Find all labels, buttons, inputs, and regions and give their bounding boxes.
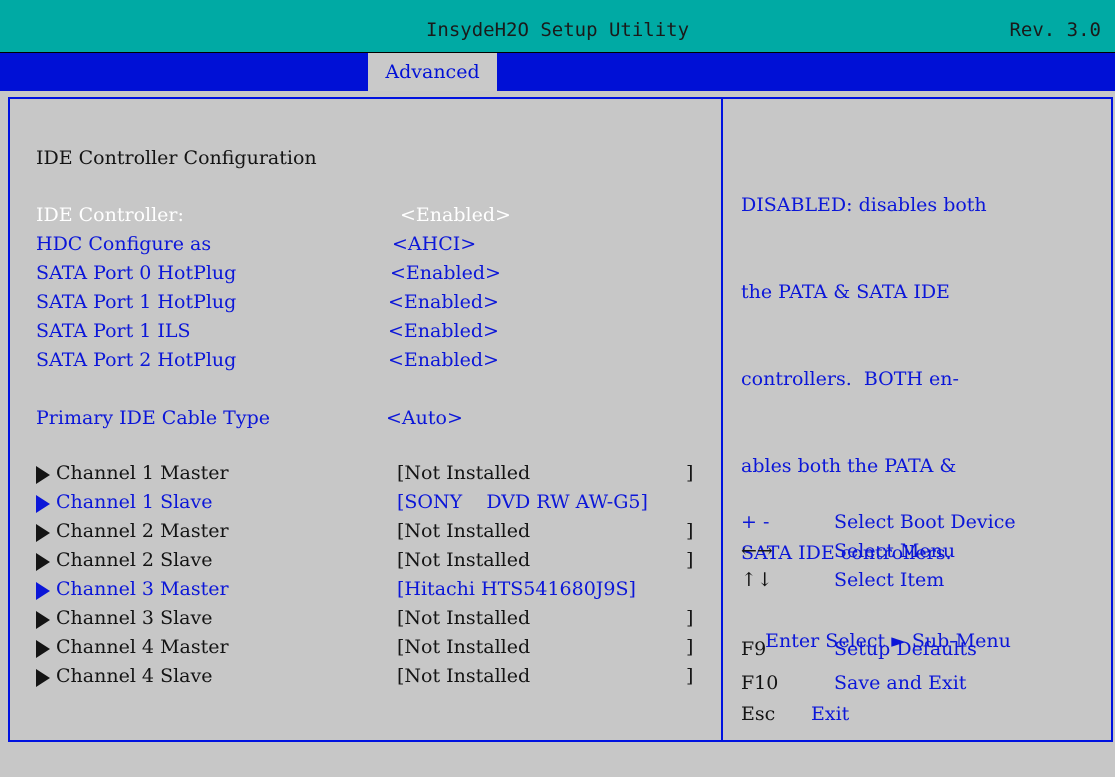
help-line: DISABLED: disables both <box>741 194 987 216</box>
submenu-arrow-icon <box>36 669 50 687</box>
key-esc: Esc <box>741 703 776 725</box>
channel-label-2-master[interactable]: Channel 2 Master <box>56 520 229 542</box>
channel-label-1-master[interactable]: Channel 1 Master <box>56 462 229 484</box>
channel-label-4-master[interactable]: Channel 4 Master <box>56 636 229 658</box>
submenu-arrow-icon <box>36 466 50 484</box>
channel-value-2-master: [Not Installed <box>397 520 531 542</box>
key-desc-select-item: Select Item <box>834 569 945 591</box>
channel-label-2-slave[interactable]: Channel 2 Slave <box>56 549 212 571</box>
submenu-arrow-icon <box>36 640 50 658</box>
setting-value-hdc-configure[interactable]: <AHCI> <box>392 233 476 255</box>
setting-value-sata-port1-ils[interactable]: <Enabled> <box>388 320 499 342</box>
submenu-arrow-icon <box>36 524 50 542</box>
channel-bracket: ] <box>686 520 694 542</box>
channel-value-1-slave: [SONY DVD RW AW-G5] <box>397 491 648 513</box>
help-line: controllers. BOTH en- <box>741 368 959 390</box>
setting-label-ide-controller[interactable]: IDE Controller: <box>36 204 184 226</box>
title-bar: InsydeH2O Setup Utility Rev. 3.0 <box>0 0 1115 53</box>
channel-value-4-slave: [Not Installed <box>397 665 531 687</box>
up-down-arrow-icon: ↑↓ <box>741 569 773 591</box>
setting-label-sata-port2-hotplug[interactable]: SATA Port 2 HotPlug <box>36 349 236 371</box>
channel-value-2-slave: [Not Installed <box>397 549 531 571</box>
key-desc-select-boot-device: Select Boot Device <box>834 511 1016 533</box>
help-line: the PATA & SATA IDE <box>741 281 950 303</box>
revision-label: Rev. 3.0 <box>1009 19 1101 41</box>
setting-value-ide-controller[interactable]: <Enabled> <box>400 204 511 226</box>
key-desc-select-menu: Select Menu <box>834 540 956 562</box>
channel-bracket: ] <box>686 607 694 629</box>
submenu-arrow-icon <box>36 611 50 629</box>
channel-label-1-slave[interactable]: Channel 1 Slave <box>56 491 212 513</box>
key-desc-exit: Exit <box>811 703 850 725</box>
setting-label-hdc-configure[interactable]: HDC Configure as <box>36 233 211 255</box>
submenu-arrow-icon <box>36 582 50 600</box>
section-title: IDE Controller Configuration <box>36 147 317 169</box>
channel-bracket: ] <box>686 636 694 658</box>
setting-value-sata-port0-hotplug[interactable]: <Enabled> <box>390 262 501 284</box>
channel-bracket: ] <box>686 549 694 571</box>
channel-value-4-master: [Not Installed <box>397 636 531 658</box>
channel-label-3-master[interactable]: Channel 3 Master <box>56 578 229 600</box>
setting-label-sata-port1-hotplug[interactable]: SATA Port 1 HotPlug <box>36 291 236 313</box>
setting-label-sata-port1-ils[interactable]: SATA Port 1 ILS <box>36 320 191 342</box>
key-plus-minus: + - <box>741 511 770 533</box>
tab-advanced[interactable]: Advanced <box>368 53 497 91</box>
channel-bracket: ] <box>686 665 694 687</box>
key-desc-setup-defaults: Setup Defaults <box>834 638 977 660</box>
submenu-arrow-icon <box>36 495 50 513</box>
app-title: InsydeH2O Setup Utility <box>425 19 690 41</box>
key-desc-save-exit: Save and Exit <box>834 672 967 694</box>
menu-bar: Advanced <box>0 53 1115 91</box>
setting-value-sata-port1-hotplug[interactable]: <Enabled> <box>388 291 499 313</box>
key-f10: F10 <box>741 672 779 694</box>
key-enter: Enter <box>765 630 820 652</box>
key-f9: F9 <box>741 638 767 660</box>
help-line: ables both the PATA & <box>741 455 957 477</box>
channel-bracket: ] <box>686 462 694 484</box>
setting-label-primary-ide-cable[interactable]: Primary IDE Cable Type <box>36 407 270 429</box>
channel-value-1-master: [Not Installed <box>397 462 531 484</box>
panel-divider <box>721 97 723 742</box>
left-right-arrow-icon: ←→ <box>741 540 773 562</box>
channel-value-3-slave: [Not Installed <box>397 607 531 629</box>
setting-label-sata-port0-hotplug[interactable]: SATA Port 0 HotPlug <box>36 262 236 284</box>
channel-label-3-slave[interactable]: Channel 3 Slave <box>56 607 212 629</box>
channel-label-4-slave[interactable]: Channel 4 Slave <box>56 665 212 687</box>
channel-value-3-master: [Hitachi HTS541680J9S] <box>397 578 636 600</box>
setting-value-primary-ide-cable[interactable]: <Auto> <box>386 407 463 429</box>
submenu-arrow-icon <box>36 553 50 571</box>
setting-value-sata-port2-hotplug[interactable]: <Enabled> <box>388 349 499 371</box>
